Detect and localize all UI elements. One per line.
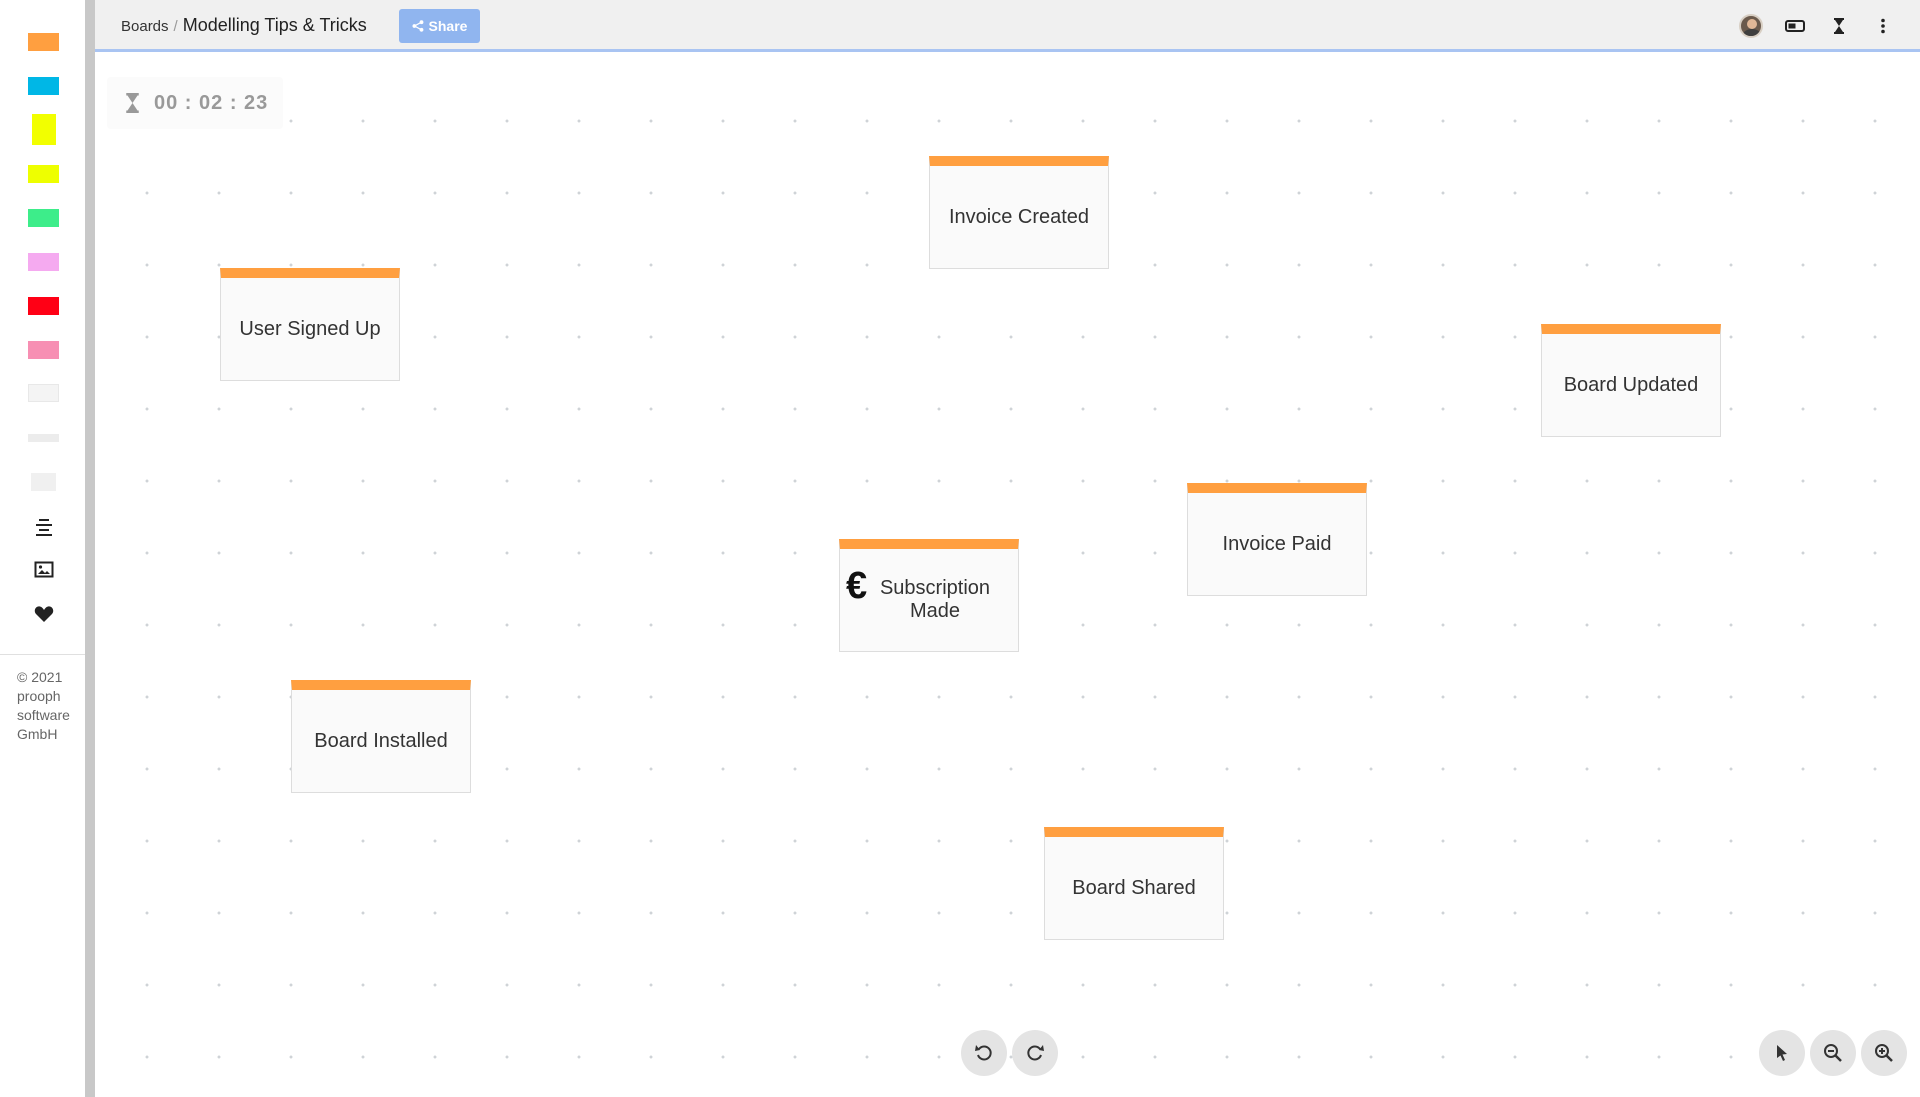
swatch-white[interactable]	[28, 384, 59, 402]
sticky-invoice-paid[interactable]: Invoice Paid	[1187, 483, 1367, 596]
user-avatar[interactable]	[1738, 13, 1764, 39]
timer: 00 : 02 : 23	[107, 77, 283, 129]
redo-icon	[1027, 1045, 1044, 1061]
swatch-blue[interactable]	[28, 77, 59, 95]
copyright: © 2021 prooph software GmbH	[17, 669, 70, 742]
sticky-label: User Signed Up	[239, 317, 381, 340]
share-label: Share	[428, 18, 468, 34]
zoom-in-icon	[1875, 1044, 1893, 1062]
breadcrumb: Boards / Modelling Tips & Tricks	[121, 15, 367, 36]
sticky-board-shared[interactable]: Board Shared	[1044, 827, 1224, 940]
swatch-pink[interactable]	[28, 253, 59, 271]
sticky-label: Subscription Made	[879, 577, 991, 622]
breadcrumb-boards-link[interactable]: Boards	[121, 18, 169, 35]
heart-icon[interactable]	[28, 601, 59, 627]
sticky-board-installed[interactable]: Board Installed	[291, 680, 471, 793]
text-align-icon[interactable]	[28, 514, 59, 540]
sticky-label: Board Shared	[1072, 876, 1196, 899]
share-icon	[412, 20, 423, 32]
sticky-label: Board Installed	[314, 729, 448, 752]
sticky-invoice-created[interactable]: Invoice Created	[929, 156, 1109, 269]
image-icon[interactable]	[28, 557, 59, 583]
share-button[interactable]: Share	[399, 9, 480, 43]
sidebar-divider	[0, 654, 85, 655]
swatch-red[interactable]	[28, 297, 59, 315]
sidebar: © 2021 prooph software GmbH	[0, 0, 85, 1097]
undo-button[interactable]	[961, 1030, 1007, 1076]
hourglass-icon[interactable]	[1826, 13, 1852, 39]
toggle-icon[interactable]	[1782, 13, 1808, 39]
swatch-grey[interactable]	[31, 473, 56, 491]
swatch-rose[interactable]	[28, 341, 59, 359]
zoom-in-button[interactable]	[1861, 1030, 1907, 1076]
more-vert-icon[interactable]	[1870, 13, 1896, 39]
board-canvas[interactable]: 00 : 02 : 23 Invoice Created User Signed…	[95, 55, 1920, 1097]
board-title: Modelling Tips & Tricks	[182, 15, 367, 35]
zoom-out-button[interactable]	[1810, 1030, 1856, 1076]
sticky-label: Invoice Paid	[1222, 532, 1332, 555]
sticky-subscription-made[interactable]: € Subscription Made	[839, 539, 1019, 652]
swatch-orange[interactable]	[28, 33, 59, 51]
sidebar-separator	[85, 0, 95, 1097]
hourglass-icon	[126, 93, 139, 113]
breadcrumb-separator: /	[173, 18, 178, 35]
swatch-light-grey[interactable]	[28, 434, 59, 442]
timer-value: 00 : 02 : 23	[154, 91, 269, 114]
select-button[interactable]	[1759, 1030, 1805, 1076]
swatch-yellow-tall[interactable]	[32, 114, 56, 145]
avatar	[1739, 14, 1763, 38]
sticky-label: Board Updated	[1563, 373, 1699, 396]
zoom-out-icon	[1824, 1044, 1842, 1062]
redo-button[interactable]	[1012, 1030, 1058, 1076]
top-bar: Boards / Modelling Tips & Tricks Share	[95, 0, 1920, 52]
sticky-user-signed-up[interactable]: User Signed Up	[220, 268, 400, 381]
swatch-green[interactable]	[28, 209, 59, 227]
sticky-board-updated[interactable]: Board Updated	[1541, 324, 1721, 437]
sticky-label: Invoice Created	[948, 205, 1090, 228]
swatch-yellow[interactable]	[28, 165, 59, 183]
cursor-icon	[1777, 1045, 1787, 1061]
undo-icon	[975, 1045, 992, 1061]
euro-icon: €	[846, 565, 868, 607]
